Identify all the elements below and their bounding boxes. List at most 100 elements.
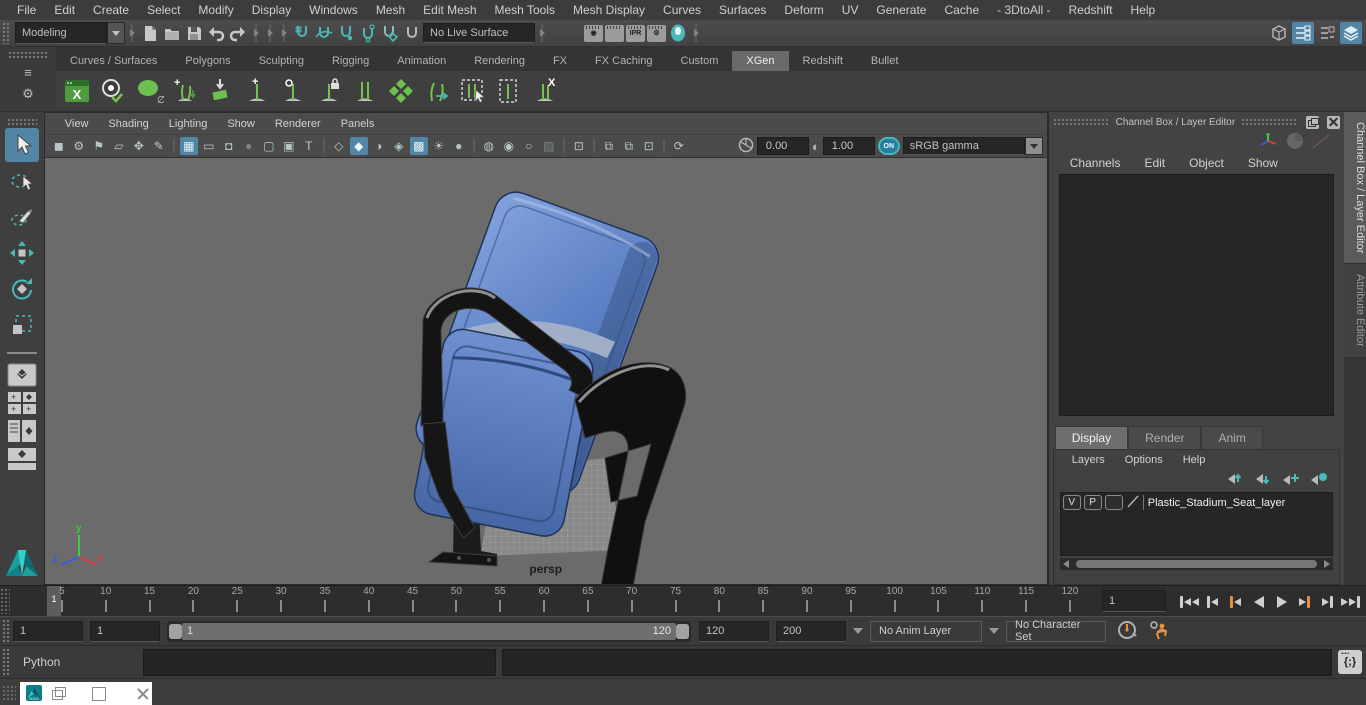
play-backwards-button[interactable]	[1247, 591, 1270, 613]
shelf-tab[interactable]: Polygons	[171, 51, 244, 71]
isolate-add-icon[interactable]: ⧉	[620, 137, 638, 155]
channel-list-area[interactable]	[1058, 174, 1335, 416]
snap-projected-center-icon[interactable]	[357, 22, 379, 44]
shelf-tab[interactable]: Rigging	[318, 51, 383, 71]
timeline-tick[interactable]: 75	[654, 586, 698, 616]
xgen-add-guide-icon[interactable]: +	[240, 74, 274, 108]
range-end-handle[interactable]	[676, 623, 689, 639]
menu-item[interactable]: Edit Mesh	[414, 3, 485, 17]
section-collapse-arrow[interactable]	[279, 23, 289, 43]
menu-item[interactable]: Curves	[654, 3, 710, 17]
section-collapse-arrow[interactable]	[251, 23, 261, 43]
layer-color-swatch[interactable]	[1126, 494, 1140, 512]
range-grip[interactable]	[2, 619, 11, 643]
timeline-tick[interactable]: 35	[303, 586, 347, 616]
render-region-icon[interactable]	[605, 24, 624, 42]
plugin-shading-icon[interactable]: ▨	[540, 137, 558, 155]
undo-icon[interactable]	[205, 22, 227, 44]
menu-item[interactable]: Redshift	[1060, 3, 1122, 17]
view-transform-value[interactable]: sRGB gamma	[902, 137, 1025, 155]
play-forwards-button[interactable]	[1270, 591, 1293, 613]
xgen-guides-icon[interactable]	[348, 74, 382, 108]
step-back-frame-button[interactable]	[1201, 591, 1224, 613]
animation-end-field[interactable]: 200	[776, 620, 846, 642]
playback-start-field[interactable]: 1	[90, 620, 160, 642]
paint-select-tool[interactable]	[5, 200, 39, 234]
floating-window-titlebar[interactable]: MAYA	[20, 682, 152, 705]
shelf-tab[interactable]: Curves / Surfaces	[56, 51, 171, 71]
xray-icon[interactable]: ◍	[480, 137, 498, 155]
maximize-window-button[interactable]	[92, 687, 106, 701]
camera-icon[interactable]: ◼	[50, 137, 68, 155]
timeline-tick[interactable]: 30	[259, 586, 303, 616]
menu-item[interactable]: File	[8, 3, 45, 17]
menu-item[interactable]: Windows	[300, 3, 367, 17]
menu-item[interactable]: Help	[1122, 3, 1165, 17]
gamma-icon[interactable]: ◐	[812, 139, 820, 154]
color-management-toggle[interactable]: ON	[877, 137, 900, 155]
menu-set-dropdown-arrow[interactable]	[107, 22, 125, 44]
menu-set-selector[interactable]: Modeling	[15, 22, 125, 44]
animation-preferences-icon[interactable]	[1146, 619, 1170, 644]
xgen-description-icon[interactable]	[96, 74, 130, 108]
menu-set-value[interactable]: Modeling	[15, 22, 107, 44]
timeline-tick[interactable]: 55	[478, 586, 522, 616]
layout-single-pane-button[interactable]	[6, 362, 38, 388]
render-current-frame-icon[interactable]: ◉	[584, 24, 603, 42]
toolbox-grip[interactable]	[6, 118, 37, 126]
channel-box-menu-item[interactable]: Show	[1237, 156, 1289, 170]
animation-start-field[interactable]: 1	[13, 620, 83, 642]
bounding-box-icon[interactable]: ◑	[370, 137, 388, 155]
lasso-tool[interactable]	[5, 164, 39, 198]
menu-item[interactable]: - 3DtoAll -	[988, 3, 1059, 17]
timeline-tick[interactable]: 45	[391, 586, 435, 616]
shelf-menu-icon[interactable]: ≡	[24, 65, 32, 80]
timeline-tick[interactable]: 50	[434, 586, 478, 616]
float-panel-button[interactable]	[1306, 115, 1320, 129]
range-start-handle[interactable]	[169, 623, 182, 639]
timeline-tick[interactable]: 15	[128, 586, 172, 616]
go-to-end-button[interactable]	[1339, 591, 1362, 613]
render-settings-icon[interactable]: ⚙	[647, 24, 666, 42]
scroll-thumb[interactable]	[1075, 560, 1318, 568]
snap-point-icon[interactable]	[335, 22, 357, 44]
layer-editor-tab[interactable]: Display	[1054, 426, 1129, 449]
snap-grid-icon[interactable]	[291, 22, 313, 44]
open-scene-icon[interactable]	[161, 22, 183, 44]
xgen-guide-point-icon[interactable]	[276, 74, 310, 108]
playback-end-field[interactable]: 120	[699, 620, 769, 642]
layout-four-pane-button[interactable]: + + +	[6, 390, 38, 416]
timeline-tick[interactable]: 65	[566, 586, 610, 616]
menu-item[interactable]: Mesh Tools	[486, 3, 564, 17]
restore-window-button[interactable]	[52, 687, 66, 701]
command-language-toggle[interactable]: Python	[13, 655, 83, 669]
refresh-icon[interactable]: ⟳	[670, 137, 688, 155]
shelf-gear-icon[interactable]: ⚙	[22, 86, 34, 102]
panel-grip[interactable]	[1241, 118, 1299, 126]
layer-display-type-toggle[interactable]	[1104, 495, 1123, 510]
panel-menu-item[interactable]: Shading	[98, 118, 158, 130]
xgen-editor-icon[interactable]: X	[60, 74, 94, 108]
menu-item[interactable]: Display	[243, 3, 300, 17]
exposure-field[interactable]: 0.00	[756, 137, 809, 155]
timeline-tick[interactable]: 105	[917, 586, 961, 616]
timeline-tick[interactable]: 110	[960, 586, 1004, 616]
sep-5[interactable]	[590, 137, 598, 155]
safe-title-icon[interactable]: T	[300, 137, 318, 155]
stadium-seat-model[interactable]	[45, 158, 1047, 584]
xgen-lock-guide-icon[interactable]	[312, 74, 346, 108]
layer-editor-menu-item[interactable]: Help	[1173, 454, 1216, 466]
timeline-tick[interactable]: 40	[347, 586, 391, 616]
channel-box-menu-item[interactable]: Edit	[1133, 156, 1176, 170]
two-d-pan-zoom-icon[interactable]: ✥	[130, 137, 148, 155]
shelf-tab[interactable]: Animation	[383, 51, 460, 71]
timeline-tick[interactable]: 90	[785, 586, 829, 616]
live-surface-field[interactable]: No Live Surface	[423, 23, 535, 43]
channel-box-menu-item[interactable]: Channels	[1059, 156, 1132, 170]
wireframe-icon[interactable]: ◇	[330, 137, 348, 155]
xgen-add-density-icon[interactable]: +	[168, 74, 202, 108]
xgen-interactive-groom-icon[interactable]	[384, 74, 418, 108]
layer-move-down-icon[interactable]	[1253, 472, 1273, 489]
shelf-tab[interactable]: XGen	[732, 51, 789, 71]
scroll-left-arrow[interactable]	[1062, 560, 1069, 568]
